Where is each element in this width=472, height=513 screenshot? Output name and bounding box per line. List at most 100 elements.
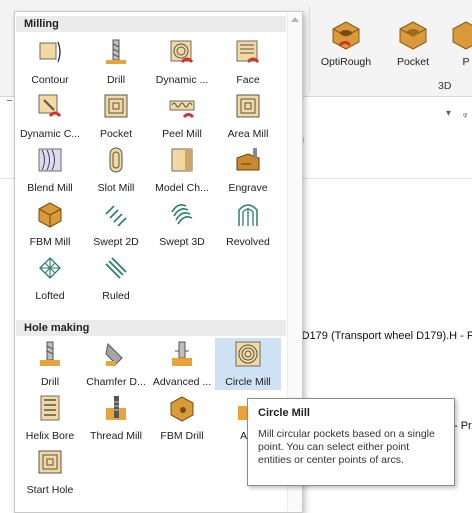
gallery-item-helix-bore[interactable]: Helix Bore: [17, 392, 83, 444]
dynamic-contour-icon: [38, 94, 62, 118]
gallery-item-chamfer-drill[interactable]: Chamfer D...: [83, 338, 149, 390]
gallery-item-ruled[interactable]: Ruled: [83, 252, 149, 304]
ribbon-partial-label: P: [462, 56, 470, 68]
gallery-item-engrave[interactable]: Engrave: [215, 144, 281, 196]
gallery-item-label: Model Ch...: [155, 182, 209, 194]
document-title-text: lo D179 (Transport wheel D179).H - Pr: [290, 330, 472, 342]
gallery-item-pocket[interactable]: Pocket: [83, 90, 149, 142]
tooltip-description: Mill circular pockets based on a single …: [258, 428, 435, 466]
hole-drill-icon: [40, 341, 60, 366]
advanced-drill-icon: [172, 341, 192, 366]
ribbon-optirough-label: OptiRough: [320, 56, 372, 68]
gallery-item-peel-mill[interactable]: Peel Mill: [149, 90, 215, 142]
gallery-item-swept-3d[interactable]: Swept 3D: [149, 198, 215, 250]
gallery-item-label: Drill: [106, 74, 126, 86]
gallery-item-revolved[interactable]: Revolved: [215, 198, 281, 250]
slot-mill-icon: [109, 147, 123, 173]
gallery-item-label: Thread Mill: [90, 430, 142, 442]
start-hole-icon: [38, 450, 62, 474]
blend-mill-icon: [38, 148, 62, 172]
pocket-3d-icon: [399, 21, 427, 50]
gallery-item-fbm-mill[interactable]: FBM Mill: [17, 198, 83, 250]
dynamic-mill-icon: [170, 40, 194, 64]
gallery-item-dynamic-mill[interactable]: Dynamic ...: [149, 36, 215, 88]
chamfer-drill-icon: [105, 342, 123, 366]
gallery-item-label: Slot Mill: [97, 182, 135, 194]
ribbon-group-label-3d: 3D: [438, 80, 452, 92]
gallery-item-model-chamfer[interactable]: Model Ch...: [149, 144, 215, 196]
gallery-item-label: Circle Mill: [225, 376, 271, 388]
pocket-icon: [104, 94, 128, 118]
gallery-item-drill[interactable]: Drill: [83, 36, 149, 88]
gallery-item-dynamic-contour[interactable]: Dynamic C...: [17, 90, 83, 142]
ribbon-pocket-button[interactable]: Pocket: [383, 18, 443, 68]
circle-mill-icon: [235, 341, 261, 367]
dropdown-arrow-icon[interactable]: ▾: [446, 108, 451, 119]
gallery-item-face[interactable]: Face: [215, 36, 281, 88]
fbm-mill-icon: [38, 202, 62, 228]
gallery-item-label: Swept 3D: [159, 236, 205, 248]
ribbon-group-separator: [309, 6, 310, 92]
gallery-item-lofted[interactable]: Lofted: [17, 252, 83, 304]
ribbon-partial-button[interactable]: P: [446, 18, 472, 68]
gallery-item-blend-mill[interactable]: Blend Mill: [17, 144, 83, 196]
thread-mill-icon: [106, 396, 126, 420]
gallery-item-circle-mill[interactable]: Circle Mill: [215, 338, 281, 390]
background-dash: [7, 100, 12, 101]
gallery-item-contour[interactable]: Contour: [17, 36, 83, 88]
swept-3d-icon: [171, 204, 193, 225]
gallery-item-label: Ruled: [102, 290, 130, 302]
document-title-text-2: - Pr: [454, 420, 472, 432]
ruled-icon: [105, 257, 127, 279]
gallery-item-label: Area Mill: [227, 128, 269, 140]
lofted-icon: [39, 257, 61, 279]
gallery-item-fbm-drill[interactable]: FBM Drill: [149, 392, 215, 444]
gallery-item-hole-drill[interactable]: Drill: [17, 338, 83, 390]
contour-icon: [39, 41, 61, 63]
gallery-item-label: Engrave: [228, 182, 268, 194]
partial-3d-icon: [452, 21, 472, 50]
ribbon-pocket-label: Pocket: [396, 56, 430, 68]
peel-mill-icon: [169, 100, 195, 119]
gallery-item-label: Dynamic ...: [155, 74, 209, 86]
section-header-hole-making: Hole making: [16, 320, 286, 336]
drill-icon: [106, 39, 126, 64]
gallery-item-label: Start Hole: [26, 484, 74, 496]
circle-mill-tooltip: Circle Mill Mill circular pockets based …: [247, 398, 455, 486]
gallery-item-label: FBM Mill: [29, 236, 71, 248]
pin-icon[interactable]: ᵩ: [463, 108, 467, 119]
revolved-icon: [238, 204, 258, 226]
gallery-item-label: Peel Mill: [162, 128, 202, 140]
gallery-item-area-mill[interactable]: Area Mill: [215, 90, 281, 142]
optirough-icon: [332, 21, 360, 50]
gallery-item-label: Contour: [31, 74, 69, 86]
tooltip-title: Circle Mill: [258, 407, 310, 419]
section-header-milling: Milling: [16, 16, 286, 32]
model-chamfer-icon: [171, 148, 193, 172]
gallery-item-swept-2d[interactable]: Swept 2D: [83, 198, 149, 250]
gallery-item-slot-mill[interactable]: Slot Mill: [83, 144, 149, 196]
gallery-item-advanced-drill[interactable]: Advanced ...: [149, 338, 215, 390]
gallery-item-label: Blend Mill: [27, 182, 73, 194]
gallery-item-label: Helix Bore: [25, 430, 75, 442]
gallery-item-label: Revolved: [226, 236, 270, 248]
scroll-up-arrow-icon[interactable]: [291, 17, 299, 22]
face-icon: [236, 40, 260, 64]
gallery-item-label: Dynamic C...: [19, 128, 81, 140]
swept-2d-icon: [105, 205, 127, 227]
area-mill-icon: [236, 94, 260, 118]
gallery-item-label: Lofted: [35, 290, 65, 302]
gallery-item-start-hole[interactable]: Start Hole: [17, 446, 83, 498]
fbm-drill-icon: [170, 396, 194, 422]
gallery-item-label: FBM Drill: [160, 430, 204, 442]
gallery-item-label: Drill: [40, 376, 60, 388]
gallery-item-label: Pocket: [99, 128, 133, 140]
gallery-item-label: Swept 2D: [93, 236, 139, 248]
gallery-item-thread-mill[interactable]: Thread Mill: [83, 392, 149, 444]
gallery-item-label: Advanced ...: [152, 376, 212, 388]
helix-bore-icon: [40, 395, 60, 421]
engrave-icon: [236, 148, 260, 171]
ribbon-optirough-button[interactable]: OptiRough: [316, 18, 376, 68]
gallery-item-label: Face: [236, 74, 260, 86]
gallery-item-label: Chamfer D...: [86, 376, 146, 388]
